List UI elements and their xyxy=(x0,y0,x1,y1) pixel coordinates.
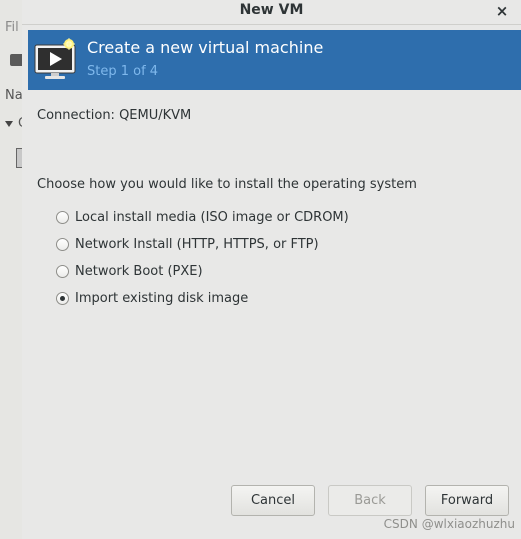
wizard-title: Create a new virtual machine xyxy=(87,38,324,57)
radio-button[interactable] xyxy=(56,211,69,224)
install-options: Local install media (ISO image or CDROM)… xyxy=(56,204,349,312)
expander-icon xyxy=(5,121,13,127)
radio-label: Network Boot (PXE) xyxy=(75,264,203,279)
radio-network-boot[interactable]: Network Boot (PXE) xyxy=(56,258,349,285)
close-button[interactable]: × xyxy=(493,1,511,21)
radio-button[interactable] xyxy=(56,265,69,278)
radio-label: Import existing disk image xyxy=(75,291,249,306)
bg-filter-label: Fil xyxy=(5,20,19,35)
radio-local-install-media[interactable]: Local install media (ISO image or CDROM) xyxy=(56,204,349,231)
background-window: Fil Na C xyxy=(0,0,23,539)
cancel-button[interactable]: Cancel xyxy=(231,485,315,516)
window-title: New VM xyxy=(239,2,304,18)
wizard-header: Create a new virtual machine Step 1 of 4 xyxy=(28,30,521,90)
titlebar: New VM × xyxy=(22,0,521,25)
radio-button[interactable] xyxy=(56,238,69,251)
radio-label: Local install media (ISO image or CDROM) xyxy=(75,210,349,225)
monitor-play-icon xyxy=(34,38,76,79)
install-question: Choose how you would like to install the… xyxy=(37,177,417,192)
new-vm-dialog: New VM × Create a new virtual machine St… xyxy=(22,0,521,539)
radio-label: Network Install (HTTP, HTTPS, or FTP) xyxy=(75,237,319,252)
bg-name-column: Na xyxy=(5,88,23,103)
radio-network-install[interactable]: Network Install (HTTP, HTTPS, or FTP) xyxy=(56,231,349,258)
connection-label: Connection: QEMU/KVM xyxy=(37,108,192,123)
radio-button-selected[interactable] xyxy=(56,292,69,305)
forward-button[interactable]: Forward xyxy=(425,485,509,516)
wizard-step: Step 1 of 4 xyxy=(87,64,159,79)
radio-import-disk-image[interactable]: Import existing disk image xyxy=(56,285,349,312)
back-button[interactable]: Back xyxy=(328,485,412,516)
watermark: CSDN @wlxiaozhuzhu xyxy=(383,517,515,531)
